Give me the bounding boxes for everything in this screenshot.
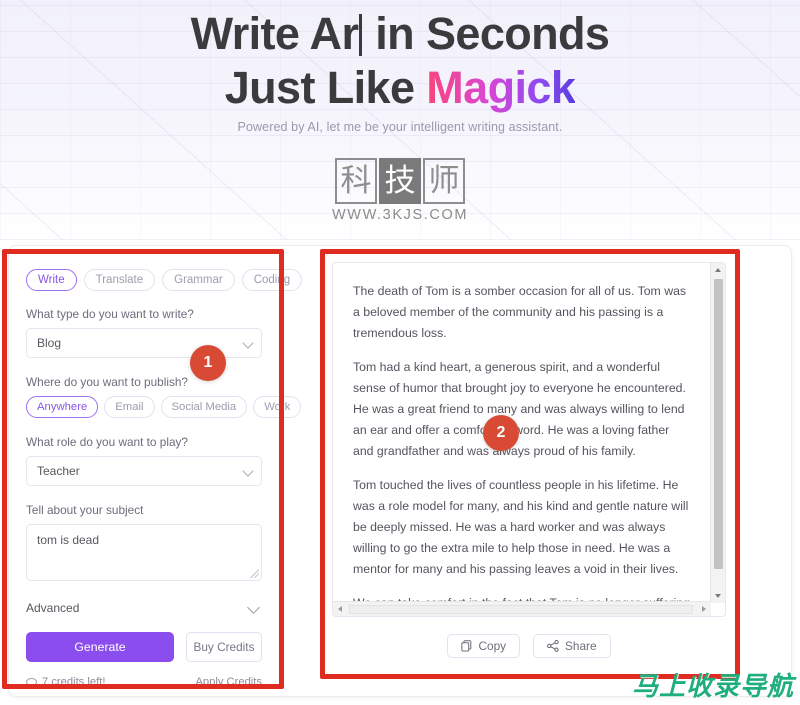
hero-subheadline: Powered by AI, let me be your intelligen… (237, 120, 563, 134)
resize-handle-icon[interactable] (250, 569, 259, 578)
share-icon (547, 640, 559, 652)
generate-button[interactable]: Generate (26, 632, 174, 662)
share-button[interactable]: Share (533, 634, 611, 658)
role-question-label: What role do you want to play? (26, 435, 188, 449)
chevron-down-icon (242, 465, 254, 477)
type-question-label: What type do you want to write? (26, 307, 194, 321)
output-box: The death of Tom is a somber occasion fo… (332, 262, 726, 617)
tab-grammar[interactable]: Grammar (162, 269, 235, 291)
hero-headline-line2: Just Like Magick (0, 62, 800, 114)
chevron-down-icon (242, 337, 254, 349)
form-panel: Write Translate Grammar Coding What type… (14, 255, 303, 688)
credits-status: 7 credits left! (26, 676, 105, 688)
logo-char-2: 技 (379, 158, 421, 204)
action-buttons: Generate Buy Credits (26, 632, 262, 662)
output-actions: Copy Share (332, 634, 726, 658)
content-type-value: Blog (37, 336, 62, 350)
content-type-select[interactable]: Blog (26, 328, 262, 358)
horizontal-scrollbar-thumb[interactable] (349, 605, 693, 614)
scroll-right-arrow-icon[interactable] (702, 606, 706, 612)
subject-textarea[interactable]: tom is dead (26, 524, 262, 581)
scroll-left-arrow-icon[interactable] (338, 606, 342, 612)
chevron-down-icon (247, 601, 260, 614)
output-paragraph: Tom touched the lives of countless peopl… (353, 477, 689, 577)
credits-text: 7 credits left! (42, 676, 106, 688)
chip-work[interactable]: Work (253, 396, 302, 418)
share-button-label: Share (565, 639, 597, 653)
annotation-badge-2: 2 (483, 415, 519, 451)
chip-social-media[interactable]: Social Media (160, 396, 248, 418)
logo-char-3: 师 (423, 158, 465, 204)
hero-headline-line1: Write Ar in Seconds (0, 8, 800, 60)
output-panel: The death of Tom is a somber occasion fo… (332, 262, 726, 678)
logo-character-boxes: 科 技 师 (335, 158, 465, 204)
credits-row: 7 credits left! Apply Credits (26, 676, 262, 688)
vertical-scrollbar-thumb[interactable] (714, 279, 723, 569)
role-select[interactable]: Teacher (26, 456, 262, 486)
tab-translate[interactable]: Translate (83, 269, 156, 291)
publish-question-label: Where do you want to publish? (26, 375, 188, 389)
chip-anywhere[interactable]: Anywhere (26, 396, 99, 418)
advanced-label: Advanced (26, 601, 80, 615)
copy-button[interactable]: Copy (447, 634, 521, 658)
apply-credits-link[interactable]: Apply Credits (195, 676, 262, 688)
site-logo: 科 技 师 WWW.3KJS.COM (0, 158, 800, 223)
scroll-up-arrow-icon[interactable] (715, 268, 721, 272)
output-paragraph: The death of Tom is a somber occasion fo… (353, 284, 687, 341)
tab-coding[interactable]: Coding (241, 269, 303, 291)
tab-write[interactable]: Write (26, 269, 77, 291)
subject-value: tom is dead (37, 533, 100, 547)
subject-label: Tell about your subject (26, 503, 144, 517)
buy-credits-button[interactable]: Buy Credits (186, 632, 262, 662)
page-root: Write Ar in Seconds Just Like Magick Pow… (0, 0, 800, 705)
clipboard-icon (461, 640, 472, 652)
site-watermark: 马上收录导航 (631, 672, 794, 702)
advanced-toggle[interactable]: Advanced (26, 596, 262, 620)
copy-button-label: Copy (478, 639, 507, 653)
coin-icon (26, 678, 37, 686)
logo-url-text: WWW.3KJS.COM (332, 207, 468, 223)
scroll-down-arrow-icon[interactable] (715, 594, 721, 598)
vertical-scrollbar[interactable] (710, 263, 725, 603)
horizontal-scrollbar[interactable] (333, 601, 711, 616)
annotation-badge-1: 1 (190, 345, 226, 381)
output-paragraph: We can take comfort in the fact that Tom… (353, 593, 691, 601)
headline-typed-text: Write Ar (190, 8, 359, 59)
output-paragraph: Tom had a kind heart, a generous spirit,… (353, 359, 686, 459)
publish-target-chips: Anywhere Email Social Media Work (26, 396, 302, 418)
headline-static-text: in Seconds (375, 8, 610, 59)
text-caret-icon (359, 14, 363, 56)
headline-line2-prefix: Just Like (224, 62, 427, 113)
mode-tabs: Write Translate Grammar Coding (26, 269, 303, 291)
headline-accent-word: Magick (426, 62, 576, 113)
role-value: Teacher (37, 464, 80, 478)
generated-text[interactable]: The death of Tom is a somber occasion fo… (333, 263, 711, 601)
chip-email[interactable]: Email (104, 396, 155, 418)
logo-char-1: 科 (335, 158, 377, 204)
